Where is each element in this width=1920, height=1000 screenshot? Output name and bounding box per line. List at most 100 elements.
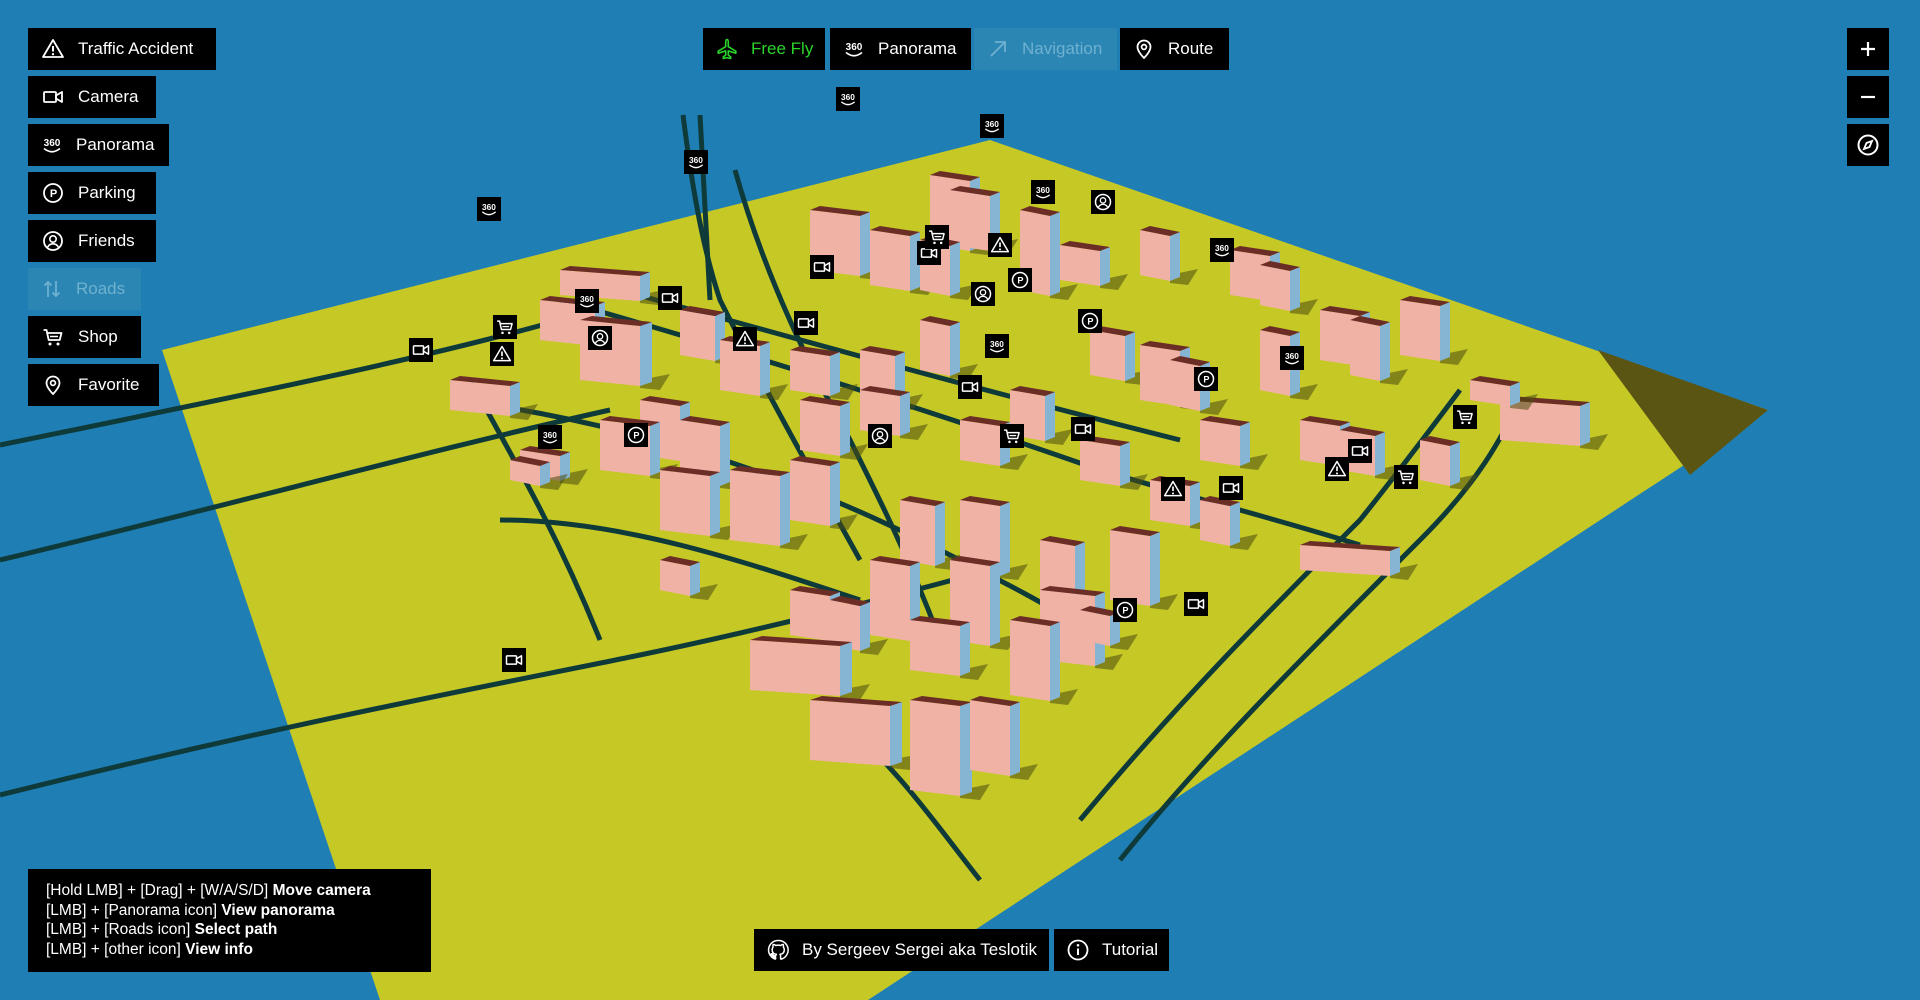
panorama-marker[interactable]: 360 xyxy=(575,289,599,313)
up-down-arrows-icon xyxy=(40,276,64,302)
compass-icon xyxy=(1857,134,1879,156)
plus-icon xyxy=(1861,42,1875,56)
marker-background xyxy=(971,282,995,306)
building-side xyxy=(1290,267,1300,311)
traffic-accident-marker[interactable] xyxy=(988,233,1012,257)
building-side xyxy=(1580,402,1590,446)
panorama-marker[interactable]: 360 xyxy=(684,150,708,174)
help-keys: [Hold LMB] + [Drag] + [W/A/S/D] xyxy=(46,882,269,899)
author-github-button[interactable]: By Sergeev Sergei aka Teslotik xyxy=(754,929,1049,971)
camera-marker[interactable] xyxy=(1071,417,1095,441)
svg-text:360: 360 xyxy=(990,339,1004,349)
shop-marker[interactable] xyxy=(1453,405,1477,429)
layer-toggle-panorama[interactable]: 360 Panorama xyxy=(28,124,169,166)
map-viewport[interactable]: 360 360 360 360 360 360 360 360 360 360 P P P P P Traf… xyxy=(0,0,1920,1000)
mode-panorama-button[interactable]: 360 Panorama xyxy=(830,28,971,70)
traffic-accident-marker[interactable] xyxy=(490,342,514,366)
shop-marker[interactable] xyxy=(1000,424,1024,448)
traffic-accident-marker[interactable] xyxy=(733,327,757,351)
panorama-marker[interactable]: 360 xyxy=(985,334,1009,358)
layer-toggle-favorite[interactable]: Favorite xyxy=(28,364,159,406)
parking-marker[interactable]: P xyxy=(1194,367,1218,391)
help-action: View panorama xyxy=(221,901,335,919)
building-front xyxy=(1400,300,1440,361)
marker-background xyxy=(1071,417,1095,441)
building-side xyxy=(710,472,720,536)
camera-marker[interactable] xyxy=(1348,439,1372,463)
layer-toggle-label: Friends xyxy=(78,231,135,250)
parking-marker[interactable]: P xyxy=(1078,309,1102,333)
info-circle-icon xyxy=(1066,937,1090,963)
layer-toggle-traffic-accident[interactable]: Traffic Accident xyxy=(28,28,216,70)
friend-marker[interactable] xyxy=(1091,190,1115,214)
building-front xyxy=(1140,230,1170,281)
camera-marker[interactable] xyxy=(810,255,834,279)
building-side xyxy=(690,562,700,596)
svg-text:P: P xyxy=(1203,374,1209,384)
help-keys: [LMB] + [other icon] xyxy=(46,940,181,958)
zoom-in-button[interactable] xyxy=(1847,28,1889,70)
panorama-marker[interactable]: 360 xyxy=(1031,180,1055,204)
traffic-accident-marker[interactable] xyxy=(1325,457,1349,481)
mode-label: Free Fly xyxy=(751,39,814,58)
building-front xyxy=(960,420,1000,466)
panorama-marker[interactable]: 360 xyxy=(477,197,501,221)
help-action: View info xyxy=(185,940,253,958)
mode-free-fly-button[interactable]: Free Fly xyxy=(703,28,825,70)
building-side xyxy=(935,502,945,566)
camera-marker[interactable] xyxy=(658,286,682,310)
building-side xyxy=(640,322,652,386)
friend-marker[interactable] xyxy=(971,282,995,306)
parking-marker[interactable]: P xyxy=(1113,598,1137,622)
layer-toggle-shop[interactable]: Shop xyxy=(28,316,141,358)
marker-background xyxy=(1219,476,1243,500)
building-front xyxy=(1090,330,1125,381)
building-front xyxy=(1110,530,1150,606)
shop-marker[interactable] xyxy=(493,315,517,339)
panorama-marker[interactable]: 360 xyxy=(1210,238,1234,262)
mode-navigation-button[interactable]: Navigation xyxy=(974,28,1117,70)
building-front xyxy=(1200,420,1240,466)
layer-toggle-friends[interactable]: Friends xyxy=(28,220,156,262)
building-front xyxy=(1010,620,1050,701)
camera-marker[interactable] xyxy=(502,648,526,672)
panorama-marker[interactable]: 360 xyxy=(980,114,1004,138)
parking-marker[interactable]: P xyxy=(1008,268,1032,292)
shop-marker[interactable] xyxy=(1394,465,1418,489)
tutorial-button[interactable]: Tutorial xyxy=(1054,929,1169,971)
panorama-marker[interactable]: 360 xyxy=(1280,346,1304,370)
building-side xyxy=(1380,322,1390,381)
camera-marker[interactable] xyxy=(409,338,433,362)
traffic-accident-marker[interactable] xyxy=(1161,477,1185,501)
building-side xyxy=(950,242,960,296)
panorama-marker[interactable]: 360 xyxy=(538,425,562,449)
building-side xyxy=(990,562,1000,646)
building-side xyxy=(900,392,910,436)
building-side xyxy=(1240,422,1250,466)
help-keys: [LMB] + [Panorama icon] xyxy=(46,901,218,919)
mode-route-button[interactable]: Route xyxy=(1120,28,1229,70)
panorama-marker[interactable]: 360 xyxy=(836,87,860,111)
svg-text:360: 360 xyxy=(1215,243,1229,253)
building-front xyxy=(910,700,960,796)
city-3d-map[interactable]: 360 360 360 360 360 360 360 360 360 360 P P P P P xyxy=(0,0,1920,1000)
building-side xyxy=(1010,702,1020,776)
layer-toggle-roads[interactable]: Roads xyxy=(28,268,141,310)
help-line: [LMB] + [Panorama icon] View panorama xyxy=(46,901,413,921)
zoom-out-button[interactable] xyxy=(1847,76,1889,118)
compass-button[interactable] xyxy=(1847,124,1889,166)
camera-marker[interactable] xyxy=(1184,592,1208,616)
shop-marker[interactable] xyxy=(925,225,949,249)
mode-label: Route xyxy=(1168,39,1214,58)
layer-toggle-camera[interactable]: Camera xyxy=(28,76,156,118)
layer-toggle-parking[interactable]: P Parking xyxy=(28,172,156,214)
camera-marker[interactable] xyxy=(1219,476,1243,500)
svg-text:360: 360 xyxy=(44,138,61,149)
friend-marker[interactable] xyxy=(868,424,892,448)
mode-label: Navigation xyxy=(1022,39,1103,58)
camera-marker[interactable] xyxy=(958,375,982,399)
building-side xyxy=(1125,332,1135,381)
camera-marker[interactable] xyxy=(794,311,818,335)
friend-marker[interactable] xyxy=(588,326,612,350)
parking-marker[interactable]: P xyxy=(624,423,648,447)
